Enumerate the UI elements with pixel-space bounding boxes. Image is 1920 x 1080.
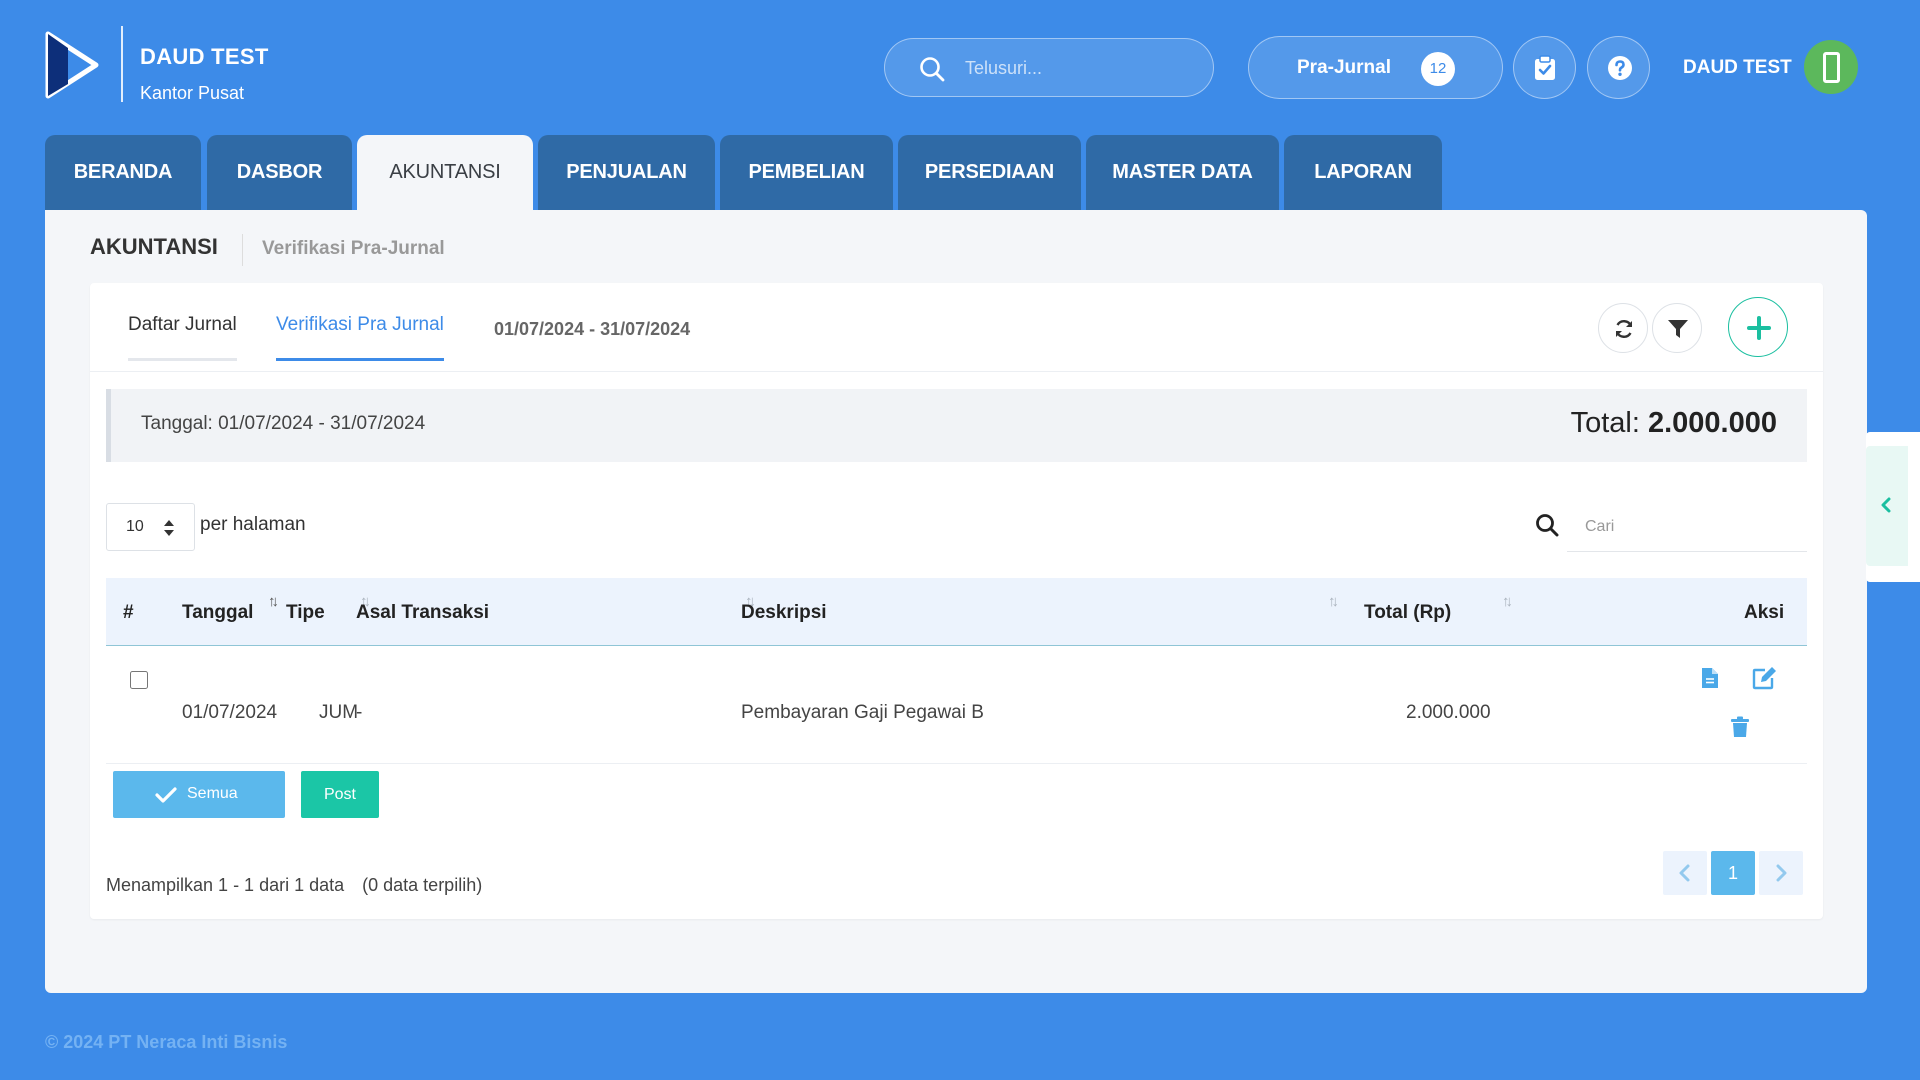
trash-icon[interactable] xyxy=(1730,716,1750,738)
edit-icon[interactable] xyxy=(1752,666,1778,690)
side-panel-toggle[interactable] xyxy=(1866,432,1920,582)
summary-date: Tanggal: 01/07/2024 - 31/07/2024 xyxy=(141,413,426,434)
showing-text: Menampilkan 1 - 1 dari 1 data xyxy=(106,875,345,895)
cell-total: 2.000.000 xyxy=(1406,702,1491,723)
th-tipe[interactable]: Tipe xyxy=(286,602,325,624)
summary-total-label: Total: xyxy=(1570,407,1640,439)
table-search-input[interactable] xyxy=(1567,502,1807,552)
breadcrumb-separator xyxy=(242,234,243,266)
play-logo-icon[interactable] xyxy=(44,30,100,100)
question-circle-icon xyxy=(1608,56,1632,80)
plus-icon xyxy=(1747,316,1771,340)
per-page-label: per halaman xyxy=(200,514,306,535)
tab-akuntansi[interactable]: AKUNTANSI xyxy=(357,135,533,210)
sort-tanggal-icon[interactable]: ↑↓ xyxy=(268,593,279,610)
prajurnal-label: Pra-Jurnal xyxy=(1297,57,1391,78)
row-checkbox[interactable] xyxy=(130,671,148,689)
th-tanggal[interactable]: Tanggal xyxy=(182,602,253,624)
next-page-button[interactable] xyxy=(1759,851,1803,895)
prev-page-button[interactable] xyxy=(1663,851,1707,895)
tab-dasbor[interactable]: DASBOR xyxy=(207,135,352,210)
tab-master-data[interactable]: MASTER DATA xyxy=(1086,135,1279,210)
prajurnal-button[interactable]: Pra-Jurnal 12 xyxy=(1248,36,1503,99)
breadcrumb-main: AKUNTANSI xyxy=(90,234,218,259)
date-range-picker[interactable]: 01/07/2024 - 31/07/2024 xyxy=(494,319,690,340)
cell-tanggal: 01/07/2024 xyxy=(182,702,278,723)
page-1-button[interactable]: 1 xyxy=(1711,851,1755,895)
per-page-value: 10 xyxy=(126,518,144,535)
chevron-right-icon xyxy=(1776,864,1787,882)
cell-deskripsi: Pembayaran Gaji Pegawai B xyxy=(741,702,984,723)
main-panel: AKUNTANSI Verifikasi Pra-Jurnal Daftar J… xyxy=(45,210,1867,993)
global-search-input[interactable] xyxy=(965,53,1195,83)
th-total[interactable]: Total (Rp) xyxy=(1364,602,1451,624)
table-info: Menampilkan 1 - 1 dari 1 data (0 data ter… xyxy=(106,875,482,896)
clipboard-button[interactable] xyxy=(1513,36,1576,99)
th-asal-transaksi[interactable]: Asal Transaksi xyxy=(356,602,489,624)
search-icon xyxy=(920,57,945,82)
company-name: DAUD TEST xyxy=(140,44,269,69)
tab-beranda[interactable]: BERANDA xyxy=(45,135,201,210)
user-name[interactable]: DAUD TEST xyxy=(1683,57,1792,79)
tab-laporan[interactable]: LAPORAN xyxy=(1284,135,1442,210)
summary-total-value: 2.000.000 xyxy=(1647,407,1777,439)
cell-asal-transaksi: - xyxy=(356,702,363,723)
tab-penjualan[interactable]: PENJUALAN xyxy=(538,135,715,210)
sort-updown-icon xyxy=(164,520,174,536)
tab-verifikasi-pra-jurnal[interactable]: Verifikasi Pra Jurnal xyxy=(276,314,444,361)
company-branch: Kantor Pusat xyxy=(140,83,245,103)
sort-deskripsi-icon[interactable]: ↑↓ xyxy=(1328,593,1339,610)
avatar[interactable] xyxy=(1804,40,1858,94)
refresh-button[interactable] xyxy=(1598,303,1648,353)
tab-persediaan[interactable]: PERSEDIAAN xyxy=(898,135,1081,210)
document-icon[interactable] xyxy=(1701,667,1719,689)
table-row: 01/07/2024 JUM - Pembayaran Gaji Pegawai… xyxy=(106,646,1807,764)
chevron-left-icon xyxy=(1679,864,1690,882)
journal-card: Daftar Jurnal Verifikasi Pra Jurnal 01/0… xyxy=(90,283,1823,919)
add-button[interactable] xyxy=(1728,297,1788,357)
selected-count-text: (0 data terpilih) xyxy=(362,875,483,895)
breadcrumb-sub: Verifikasi Pra-Jurnal xyxy=(262,238,445,259)
th-index: # xyxy=(123,602,134,623)
cell-tipe: JUM xyxy=(319,702,359,723)
search-icon xyxy=(1536,514,1559,537)
th-aksi: Aksi xyxy=(1744,602,1785,623)
check-icon xyxy=(155,787,177,803)
select-all-button[interactable]: Semua xyxy=(113,771,285,818)
side-panel-toggle-inner[interactable] xyxy=(1866,446,1908,566)
subtab-bar: Daftar Jurnal Verifikasi Pra Jurnal 01/0… xyxy=(90,283,1823,372)
refresh-icon xyxy=(1615,320,1633,338)
help-button[interactable] xyxy=(1587,36,1650,99)
post-button[interactable]: Post xyxy=(301,771,379,818)
prajurnal-count-badge: 12 xyxy=(1421,52,1455,86)
clipboard-check-icon xyxy=(1535,55,1555,80)
copyright: © 2024 PT Neraca Inti Bisnis xyxy=(45,1032,288,1052)
select-all-label: Semua xyxy=(187,785,238,802)
tab-pembelian[interactable]: PEMBELIAN xyxy=(720,135,893,210)
summary-bar: Tanggal: 01/07/2024 - 31/07/2024 Total: … xyxy=(106,389,1807,462)
sort-total-icon[interactable]: ↑↓ xyxy=(1502,593,1513,610)
logo-divider xyxy=(121,26,123,102)
summary-total: Total: 2.000.000 xyxy=(1571,407,1777,440)
table-header: # Tanggal ↑↓ Tipe ↑↓ Asal Transaksi ↑↓ D… xyxy=(106,578,1807,646)
global-search[interactable] xyxy=(884,38,1214,97)
tab-daftar-jurnal[interactable]: Daftar Jurnal xyxy=(128,314,237,361)
filter-button[interactable] xyxy=(1652,303,1702,353)
filter-icon xyxy=(1668,320,1688,338)
app-header: DAUD TEST Kantor Pusat Pra-Jurnal 12 DAU… xyxy=(0,0,1920,130)
chevron-left-icon xyxy=(1881,497,1891,513)
th-deskripsi[interactable]: Deskripsi xyxy=(741,602,827,624)
per-page-select[interactable]: 10 xyxy=(106,503,195,551)
